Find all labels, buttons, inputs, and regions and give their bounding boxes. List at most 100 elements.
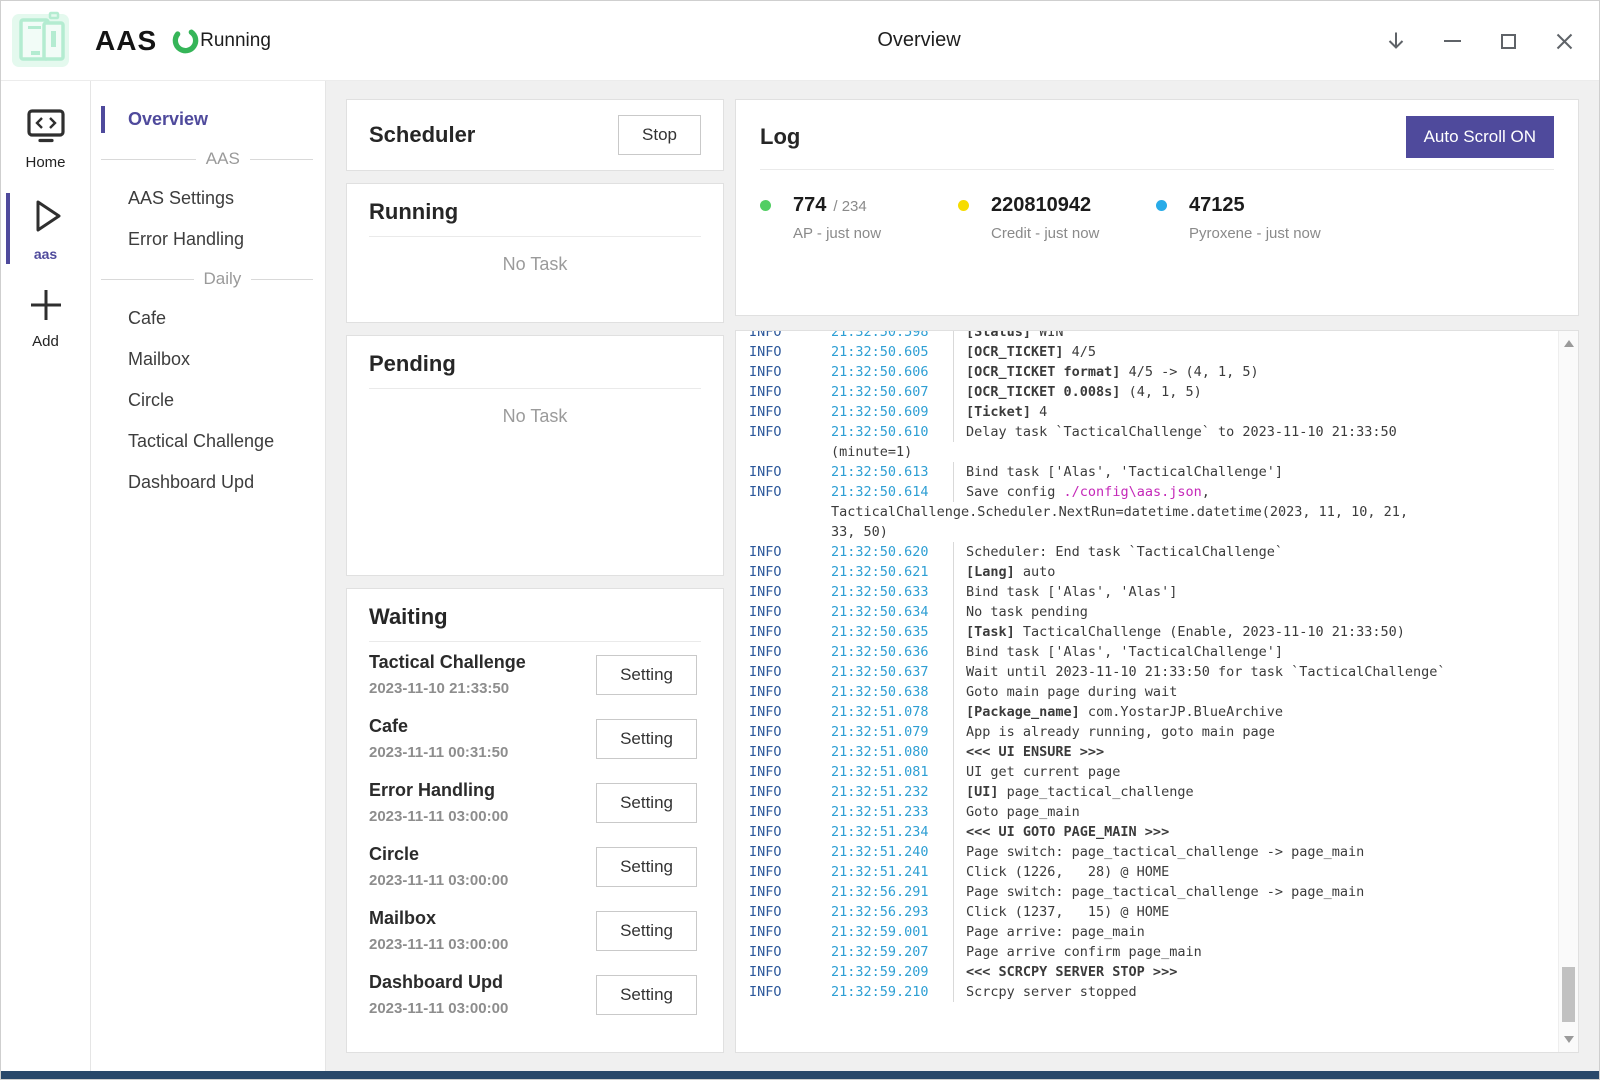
log-timestamp: 21:32:59.210 [831,982,953,1002]
log-line: INFO21:32:51.080<<< UI ENSURE >>> [749,742,1558,762]
log-line: 33, 50) [749,522,1558,542]
close-icon [1554,31,1575,52]
window-download-button[interactable] [1379,24,1413,58]
log-message: App is already running, goto main page [953,722,1558,742]
log-timestamp: 21:32:51.241 [831,862,953,882]
sidebar-item-dashboard-upd[interactable]: Dashboard Upd [91,462,325,503]
sidebar-item-circle[interactable]: Circle [91,380,325,421]
log-line: INFO21:32:59.209<<< SCRCPY SERVER STOP >… [749,962,1558,982]
stat-dot-icon [1156,200,1167,211]
stat-label: Credit - just now [991,225,1099,242]
sidebar-section-divider: Daily [91,260,325,298]
log-message: <<< SCRCPY SERVER STOP >>> [953,962,1558,982]
log-level: INFO [749,602,831,622]
sidebar-item-error-handling[interactable]: Error Handling [91,219,325,260]
log-level: INFO [749,842,831,862]
window-controls [1379,1,1581,81]
pending-card: Pending No Task [346,335,724,576]
waiting-task-time: 2023-11-11 00:31:50 [369,744,508,761]
log-stats: 774/ 234AP - just now220810942Credit - j… [760,194,1554,242]
log-message: No task pending [953,602,1558,622]
task-setting-button[interactable]: Setting [596,847,697,887]
waiting-task-row: Tactical Challenge2023-11-10 21:33:50Set… [369,642,701,706]
log-level: INFO [749,762,831,782]
nav-item-home[interactable]: Home [1,101,90,175]
log-level: INFO [749,362,831,382]
page-title: Overview [877,29,960,52]
log-line: INFO21:32:59.207Page arrive confirm page… [749,942,1558,962]
log-level: INFO [749,862,831,882]
log-timestamp: 21:32:51.240 [831,842,953,862]
plus-icon [27,286,65,324]
task-setting-button[interactable]: Setting [596,783,697,823]
nav-item-aas[interactable]: aas [1,189,90,266]
log-message: <<< UI GOTO PAGE_MAIN >>> [953,822,1558,842]
scrollbar-thumb[interactable] [1562,967,1575,1022]
log-timestamp: 21:32:50.613 [831,462,953,482]
log-level: INFO [749,562,831,582]
log-message: [Lang] auto [953,562,1558,582]
scheduler-status: Running [171,26,271,55]
log-level: INFO [749,382,831,402]
waiting-task-time: 2023-11-11 03:00:00 [369,808,508,825]
log-message: Bind task ['Alas', 'TacticalChallenge'] [953,642,1558,662]
scroll-up-icon[interactable] [1564,340,1574,347]
log-level: INFO [749,622,831,642]
sidebar-item-tactical-challenge[interactable]: Tactical Challenge [91,421,325,462]
nav-item-add[interactable]: Add [1,280,90,354]
log-line: INFO21:32:50.638Goto main page during wa… [749,682,1558,702]
log-line: INFO21:32:50.633Bind task ['Alas', 'Alas… [749,582,1558,602]
window-close-button[interactable] [1547,24,1581,58]
log-line: INFO21:32:50.614Save config ./config\aas… [749,482,1558,502]
log-line: INFO21:32:50.636Bind task ['Alas', 'Tact… [749,642,1558,662]
log-timestamp: 21:32:50.637 [831,662,953,682]
stat-suffix: / 234 [833,198,866,215]
log-level: INFO [749,982,831,1002]
window-maximize-button[interactable] [1491,24,1525,58]
task-setting-button[interactable]: Setting [596,655,697,695]
window-minimize-button[interactable] [1435,24,1469,58]
sidebar-item-aas-settings[interactable]: AAS Settings [91,178,325,219]
nav-label-aas: aas [1,246,90,262]
running-title: Running [369,199,701,225]
log-message: Bind task ['Alas', 'Alas'] [953,582,1558,602]
log-level: INFO [749,582,831,602]
log-timestamp: 21:32:50.621 [831,562,953,582]
task-setting-button[interactable]: Setting [596,975,697,1015]
log-level: INFO [749,802,831,822]
log-timestamp: 21:32:50.634 [831,602,953,622]
scroll-down-icon[interactable] [1564,1036,1574,1043]
log-timestamp: 21:32:50.633 [831,582,953,602]
titlebar: AAS Running Overview [1,1,1599,81]
sidebar-item-mailbox[interactable]: Mailbox [91,339,325,380]
sidebar-item-overview[interactable]: Overview [91,99,325,140]
log-line: INFO21:32:50.620Scheduler: End task `Tac… [749,542,1558,562]
code-monitor-icon [25,107,67,145]
sidebar-item-cafe[interactable]: Cafe [91,298,325,339]
log-message: Delay task `TacticalChallenge` to 2023-1… [953,422,1558,442]
log-timestamp: 21:32:51.234 [831,822,953,842]
app-name: AAS [95,25,157,57]
task-setting-button[interactable]: Setting [596,911,697,951]
log-level: INFO [749,482,831,502]
log-scrollbar[interactable] [1558,331,1578,1052]
log-level: INFO [749,902,831,922]
waiting-task-name: Error Handling [369,780,508,801]
log-line: INFO21:32:50.610Delay task `TacticalChal… [749,422,1558,442]
log-message: [Task] TacticalChallenge (Enable, 2023-1… [953,622,1558,642]
log-level: INFO [749,922,831,942]
pending-empty-text: No Task [369,406,701,427]
log-line: INFO21:32:59.210Scrcpy server stopped [749,982,1558,1002]
log-line: INFO21:32:50.637Wait until 2023-11-10 21… [749,662,1558,682]
log-line: INFO21:32:50.605[OCR_TICKET] 4/5 [749,342,1558,362]
log-timestamp: 21:32:50.607 [831,382,953,402]
waiting-card: Waiting Tactical Challenge2023-11-10 21:… [346,588,724,1053]
scheduler-stop-button[interactable]: Stop [618,115,701,155]
stat-value: 774/ 234 [793,194,881,217]
waiting-task-time: 2023-11-11 03:00:00 [369,936,508,953]
log-message: [OCR_TICKET format] 4/5 -> (4, 1, 5) [953,362,1558,382]
task-setting-button[interactable]: Setting [596,719,697,759]
waiting-task-row: Mailbox2023-11-11 03:00:00Setting [369,898,701,962]
running-card: Running No Task [346,183,724,323]
auto-scroll-button[interactable]: Auto Scroll ON [1406,116,1554,158]
